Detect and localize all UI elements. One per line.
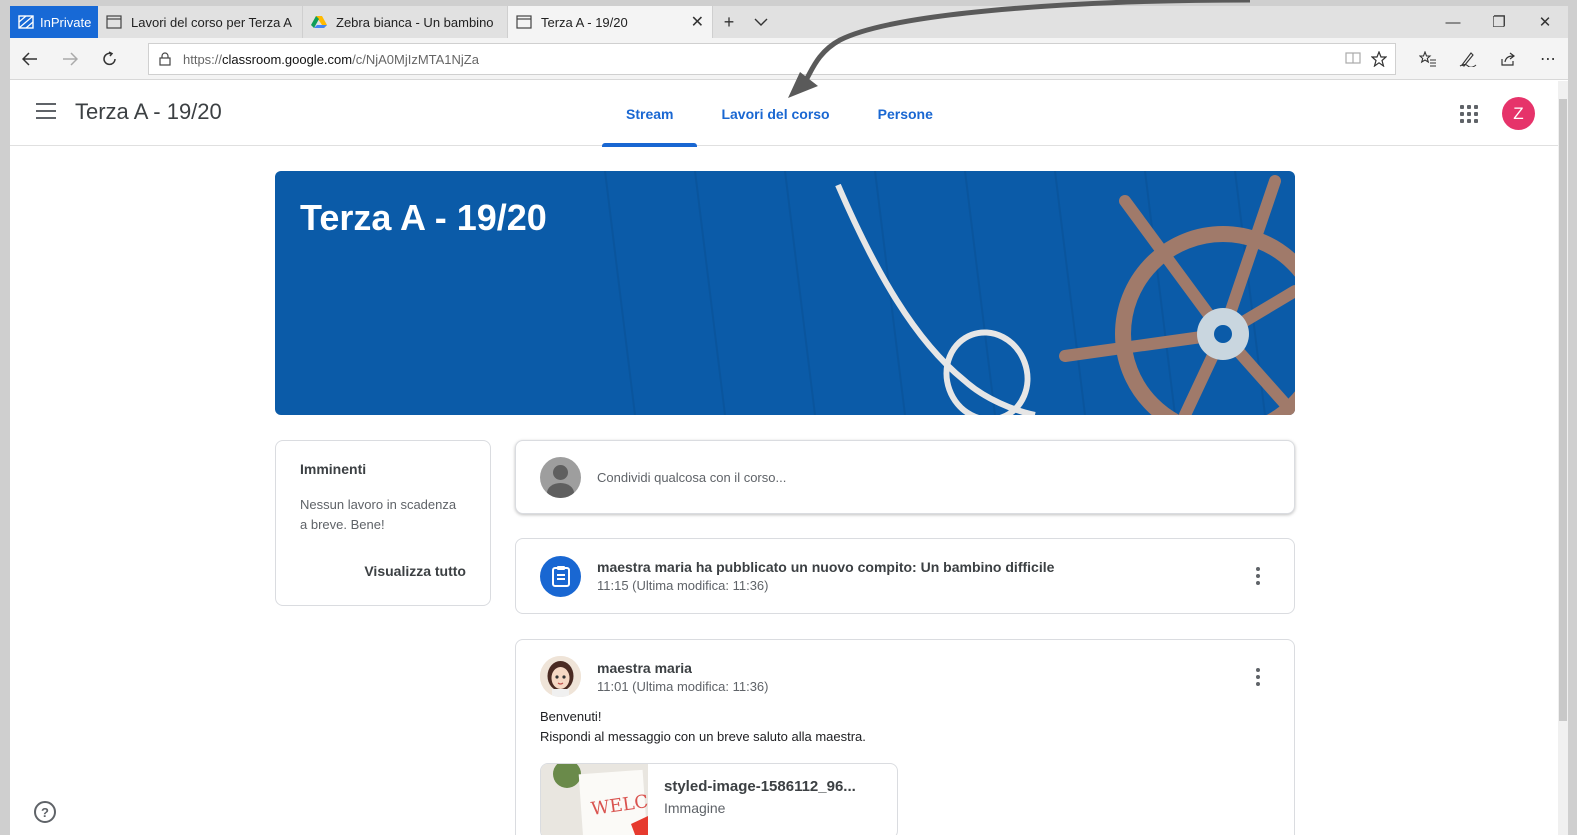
post-time: 11:15 (Ultima modifica: 11:36) — [597, 578, 769, 593]
refresh-icon[interactable] — [90, 38, 130, 80]
assignment-post[interactable]: maestra maria ha pubblicato un nuovo com… — [515, 538, 1295, 614]
tab-zebra-bianca[interactable]: Zebra bianca - Un bambino — [303, 6, 508, 38]
tab-stream[interactable]: Stream — [602, 81, 698, 147]
google-drive-icon — [311, 16, 327, 28]
reading-view-icon[interactable] — [1345, 51, 1361, 65]
restore-icon[interactable]: ❐ — [1476, 6, 1522, 38]
share-placeholder[interactable]: Condividi qualcosa con il corso... — [597, 470, 786, 485]
tab-terza-a[interactable]: Terza A - 19/20 ✕ — [508, 6, 713, 38]
page-scrollbar[interactable] — [1558, 81, 1568, 835]
back-icon[interactable] — [10, 38, 50, 80]
pen-icon[interactable] — [1448, 38, 1488, 80]
url-field[interactable]: https://classroom.google.com/c/NjA0MjIzM… — [148, 43, 1396, 75]
classroom-header: Terza A - 19/20 Stream Lavori del corso … — [10, 81, 1558, 147]
help-icon[interactable]: ? — [34, 801, 56, 823]
share-box[interactable]: Condividi qualcosa con il corso... — [515, 440, 1295, 514]
inprivate-icon — [18, 15, 34, 29]
tab-lavori-del-corso[interactable]: Lavori del corso — [697, 81, 853, 146]
url-text: https://classroom.google.com/c/NjA0MjIzM… — [183, 51, 479, 67]
favorite-star-icon[interactable] — [1371, 51, 1387, 67]
share-icon[interactable] — [1488, 38, 1528, 80]
tab-title: Lavori del corso per Terza A — [131, 14, 292, 30]
announcement-body: Benvenuti! Rispondi al messaggio con un … — [540, 707, 1270, 747]
page-icon — [106, 15, 122, 29]
browser-tools: ⋯ — [1408, 38, 1568, 80]
close-tab-icon[interactable]: ✕ — [691, 12, 704, 32]
window-controls: — ❐ ✕ — [1430, 6, 1568, 38]
more-options-icon[interactable] — [1256, 668, 1260, 686]
class-banner: Terza A - 19/20 — [275, 171, 1295, 415]
announcement-post: maestra maria 11:01 (Ultima modifica: 11… — [515, 639, 1295, 835]
minimize-icon[interactable]: — — [1430, 6, 1476, 38]
google-apps-icon[interactable] — [1460, 105, 1478, 123]
view-all-link[interactable]: Visualizza tutto — [364, 563, 466, 579]
class-title[interactable]: Terza A - 19/20 — [75, 99, 222, 125]
attachment-type: Immagine — [664, 800, 726, 816]
page-icon — [516, 15, 532, 29]
image-attachment[interactable]: WELCOME! styled-image-1586112_96... Imma… — [540, 763, 898, 835]
chevron-down-icon[interactable] — [745, 6, 777, 38]
banner-title: Terza A - 19/20 — [300, 197, 547, 238]
new-tab-icon[interactable]: + — [713, 6, 745, 38]
forward-icon[interactable] — [50, 38, 90, 80]
teacher-avatar — [540, 656, 581, 697]
upcoming-card: Imminenti Nessun lavoro in scadenza a br… — [275, 440, 491, 606]
tab-title: Terza A - 19/20 — [541, 14, 628, 30]
tab-strip: InPrivate Lavori del corso per Terza A Z… — [10, 6, 1568, 38]
announcement-line: Benvenuti! — [540, 709, 602, 724]
more-options-icon[interactable] — [1256, 567, 1260, 585]
more-icon[interactable]: ⋯ — [1528, 38, 1568, 80]
scrollbar-thumb[interactable] — [1559, 99, 1567, 721]
address-bar: https://classroom.google.com/c/NjA0MjIzM… — [10, 38, 1568, 80]
attachment-name[interactable]: styled-image-1586112_96... — [664, 778, 856, 795]
upcoming-title: Imminenti — [300, 461, 367, 477]
class-nav: Stream Lavori del corso Persone — [602, 81, 957, 147]
inprivate-label: InPrivate — [40, 14, 92, 30]
inprivate-badge[interactable]: InPrivate — [10, 6, 98, 38]
attachment-thumbnail: WELCOME! — [541, 764, 648, 835]
post-time: 11:01 (Ultima modifica: 11:36) — [597, 678, 769, 694]
post-title[interactable]: maestra maria ha pubblicato un nuovo com… — [597, 559, 1054, 575]
assignment-icon — [540, 555, 581, 597]
favorites-icon[interactable] — [1408, 38, 1448, 80]
upcoming-message: Nessun lavoro in scadenza a breve. Bene! — [300, 497, 457, 532]
tab-title: Zebra bianca - Un bambino — [336, 14, 494, 30]
announcement-line: Rispondi al messaggio con un breve salut… — [540, 729, 866, 744]
lock-icon — [159, 52, 171, 66]
browser-window: InPrivate Lavori del corso per Terza A Z… — [10, 6, 1568, 835]
user-avatar-placeholder — [540, 456, 581, 498]
close-window-icon[interactable]: ✕ — [1522, 6, 1568, 38]
post-author: maestra maria — [597, 659, 692, 676]
tab-persone[interactable]: Persone — [854, 81, 957, 146]
menu-icon[interactable] — [36, 103, 56, 119]
tab-lavori-del-corso[interactable]: Lavori del corso per Terza A — [98, 6, 303, 38]
user-avatar[interactable]: Z — [1502, 97, 1535, 130]
